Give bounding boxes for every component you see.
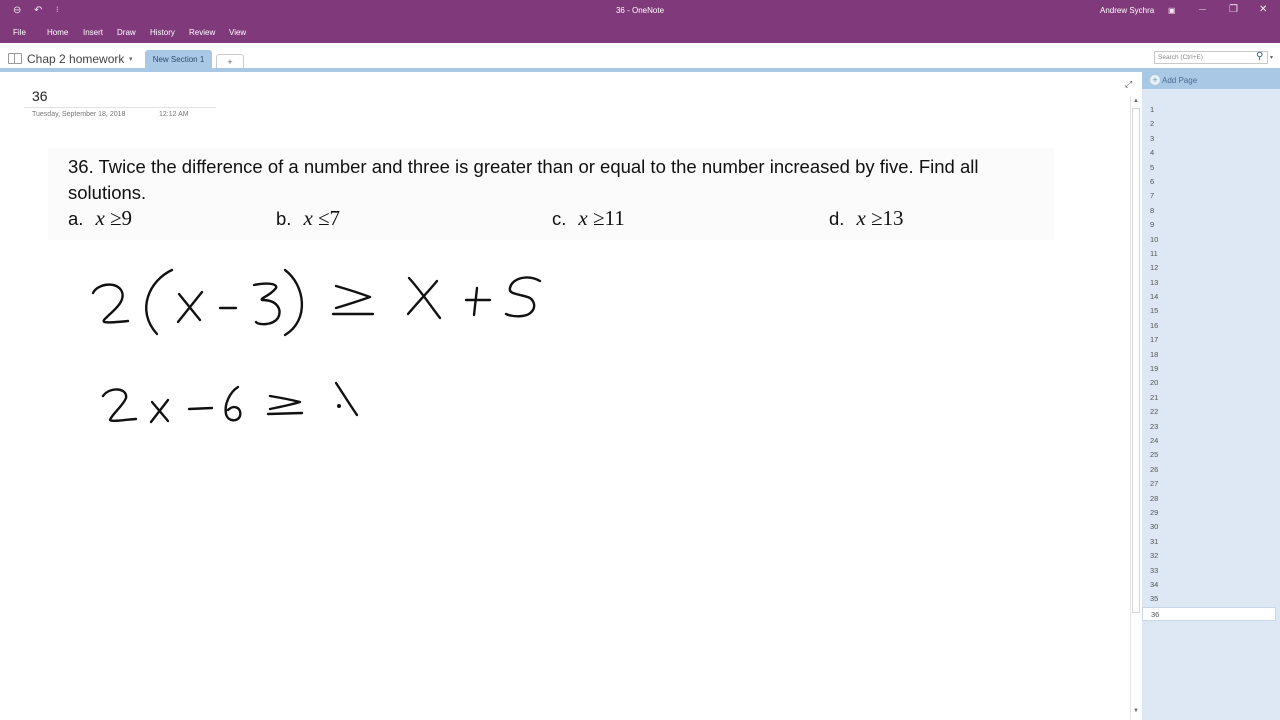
page-list-item[interactable]: 15 xyxy=(1142,304,1280,318)
title-bar: ⊖ ↶ ⁝ 36 - OneNote Andrew Sychra ▣ — ❐ ✕ xyxy=(0,0,1280,22)
choice-var: x xyxy=(95,206,105,230)
tab-review[interactable]: Review xyxy=(189,28,215,37)
choice-label: d. xyxy=(829,208,845,229)
minimize-icon[interactable]: — xyxy=(1199,6,1206,13)
choice-op: ≥ xyxy=(871,206,883,230)
choice-value: 9 xyxy=(121,206,133,230)
page-list-item[interactable]: 4 xyxy=(1142,146,1280,160)
page-list-item[interactable]: 25 xyxy=(1142,448,1280,462)
page-list-item[interactable]: 21 xyxy=(1142,391,1280,405)
close-icon[interactable]: ✕ xyxy=(1259,4,1267,15)
choice-label: a. xyxy=(68,208,84,229)
page-list-item[interactable]: 34 xyxy=(1142,578,1280,592)
chevron-down-icon[interactable]: ▾ xyxy=(129,55,133,63)
choice-op: ≥ xyxy=(110,206,122,230)
choice-op: ≤ xyxy=(318,206,330,230)
page-list-item-selected[interactable]: 36 xyxy=(1142,606,1276,622)
choice-a: a. x ≥9 xyxy=(68,206,132,231)
tab-draw[interactable]: Draw xyxy=(117,28,136,37)
problem-image[interactable]: 36. Twice the difference of a number and… xyxy=(48,148,1054,240)
page-list-item[interactable]: 28 xyxy=(1142,492,1280,506)
add-section-button[interactable]: + xyxy=(216,54,244,69)
user-name[interactable]: Andrew Sychra xyxy=(1100,6,1154,15)
choice-var: x xyxy=(303,206,313,230)
window-title: 36 - OneNote xyxy=(615,6,665,15)
scroll-down-icon[interactable]: ▼ xyxy=(1133,708,1139,714)
choice-expression: x ≥13 xyxy=(856,206,903,230)
page-date: Tuesday, September 18, 2018 xyxy=(32,111,126,118)
page-list-item[interactable]: 35 xyxy=(1142,592,1280,606)
choice-value: 13 xyxy=(882,206,904,230)
title-underline xyxy=(24,107,216,108)
tab-insert[interactable]: Insert xyxy=(83,28,103,37)
choice-expression: x ≥9 xyxy=(95,206,132,230)
page-list-item[interactable]: 9 xyxy=(1142,218,1280,232)
search-placeholder: Search (Ctrl+E) xyxy=(1158,54,1203,61)
search-icon[interactable]: ⚲ xyxy=(1256,51,1263,62)
add-page-button[interactable]: + Add Page xyxy=(1142,72,1280,89)
page-title[interactable]: 36 xyxy=(32,88,48,104)
page-list-item[interactable]: 5 xyxy=(1142,161,1280,175)
problem-text: 36. Twice the difference of a number and… xyxy=(68,156,979,203)
page-scrollbar[interactable]: ▲ ▼ xyxy=(1130,96,1141,720)
ribbon-display-options-icon[interactable]: ▣ xyxy=(1168,6,1176,15)
page-list-item[interactable]: 2 xyxy=(1142,117,1280,131)
page-list-item[interactable]: 32 xyxy=(1142,549,1280,563)
page-list-item[interactable]: 14 xyxy=(1142,290,1280,304)
page-list-item[interactable]: 20 xyxy=(1142,376,1280,390)
page-list-item[interactable]: 10 xyxy=(1142,233,1280,247)
scroll-up-icon[interactable]: ▲ xyxy=(1133,98,1139,104)
choice-value: 7 xyxy=(329,206,341,230)
page-list-item[interactable]: 12 xyxy=(1142,261,1280,275)
choice-op: ≥ xyxy=(592,206,605,230)
expand-icon[interactable]: ⤢ xyxy=(1125,79,1132,90)
page-list: 1 2 3 4 5 6 7 8 9 10 11 12 13 14 15 16 17 18 19 20 21 22 23 24 2… xyxy=(1142,103,1280,622)
choice-label: c. xyxy=(552,208,567,229)
choice-c: c. x ≥11 xyxy=(552,206,625,231)
page-list-item[interactable]: 11 xyxy=(1142,247,1280,261)
choice-value: 11 xyxy=(604,206,625,230)
choice-expression: x ≤7 xyxy=(303,206,340,230)
page-list-item[interactable]: 3 xyxy=(1142,132,1280,146)
plus-circle-icon: + xyxy=(1150,75,1160,85)
page-list-item[interactable]: 16 xyxy=(1142,319,1280,333)
page-list-item[interactable]: 24 xyxy=(1142,434,1280,448)
page-list-item[interactable]: 18 xyxy=(1142,348,1280,362)
page-list-item[interactable]: 17 xyxy=(1142,333,1280,347)
page-list-item[interactable]: 31 xyxy=(1142,535,1280,549)
page-time: 12:12 AM xyxy=(159,111,189,118)
tab-history[interactable]: History xyxy=(150,28,175,37)
ribbon-tabs: File Home Insert Draw History Review Vie… xyxy=(0,22,1280,43)
scroll-thumb[interactable] xyxy=(1132,108,1140,613)
page-list-item[interactable]: 23 xyxy=(1142,420,1280,434)
page-list-item[interactable]: 8 xyxy=(1142,204,1280,218)
page-list-item[interactable]: 29 xyxy=(1142,506,1280,520)
choice-d: d. x ≥13 xyxy=(829,206,904,231)
page-list-item[interactable]: 30 xyxy=(1142,520,1280,534)
tab-view[interactable]: View xyxy=(229,28,246,37)
tab-home[interactable]: Home xyxy=(47,28,68,37)
choice-label: b. xyxy=(276,208,292,229)
choice-var: x xyxy=(578,206,588,230)
choice-var: x xyxy=(856,206,866,230)
page-list-item[interactable]: 6 xyxy=(1142,175,1280,189)
search-input[interactable]: Search (Ctrl+E) ⚲ xyxy=(1154,51,1268,64)
page-list-item[interactable]: 26 xyxy=(1142,463,1280,477)
page-list-item[interactable]: 1 xyxy=(1142,103,1280,117)
add-page-label: Add Page xyxy=(1162,76,1198,85)
search-scope-dropdown-icon[interactable]: ▾ xyxy=(1270,54,1273,61)
page-list-item[interactable]: 7 xyxy=(1142,189,1280,203)
page-list-item[interactable]: 33 xyxy=(1142,564,1280,578)
notebook-name[interactable]: Chap 2 homework xyxy=(27,52,124,66)
page-list-item[interactable]: 13 xyxy=(1142,276,1280,290)
page-list-item[interactable]: 22 xyxy=(1142,405,1280,419)
choice-b: b. x ≤7 xyxy=(276,206,340,231)
section-tab-new-section-1[interactable]: New Section 1 xyxy=(145,50,212,69)
page-list-item[interactable]: 19 xyxy=(1142,362,1280,376)
choice-expression: x ≥11 xyxy=(578,206,624,230)
tab-file[interactable]: File xyxy=(13,28,26,37)
page-list-item[interactable]: 27 xyxy=(1142,477,1280,491)
restore-icon[interactable]: ❐ xyxy=(1229,4,1238,15)
notebook-icon[interactable] xyxy=(8,53,22,64)
